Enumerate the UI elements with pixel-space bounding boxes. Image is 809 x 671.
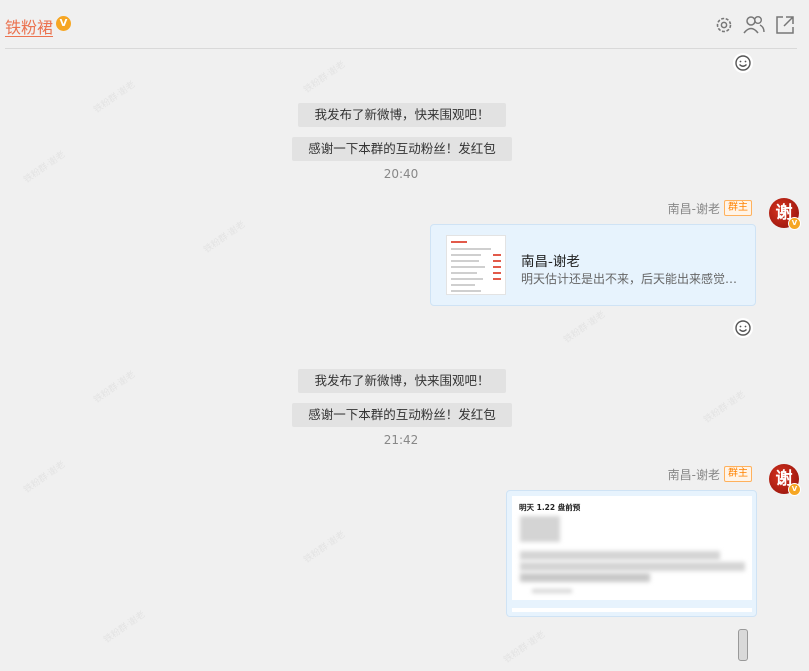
card-description: 明天估计还是出不来，后天能出来感觉… bbox=[521, 272, 738, 286]
verified-badge-icon: V bbox=[788, 483, 801, 496]
image-content: 明天 1.22 盘前预 bbox=[512, 496, 752, 612]
timestamp: 21:42 bbox=[383, 433, 419, 447]
timestamp: 20:40 bbox=[383, 167, 419, 181]
emoji-reaction-icon[interactable] bbox=[733, 318, 753, 338]
post-thumbnail bbox=[446, 235, 506, 295]
group-title[interactable]: 铁粉裙 bbox=[5, 14, 53, 38]
shared-post-card[interactable]: 南昌-谢老 明天估计还是出不来，后天能出来感觉… bbox=[430, 224, 756, 306]
chat-header: 铁粉裙 V bbox=[0, 0, 809, 48]
avatar[interactable]: 谢 V bbox=[769, 198, 801, 230]
emoji-reaction-icon[interactable] bbox=[733, 53, 753, 73]
image-message[interactable]: 明天 1.22 盘前预 bbox=[506, 490, 757, 617]
settings-gear-icon[interactable] bbox=[713, 14, 735, 36]
role-badge: 群主 bbox=[724, 466, 752, 482]
verified-badge-icon: V bbox=[788, 217, 801, 230]
open-external-icon[interactable] bbox=[774, 14, 796, 36]
system-message: 感谢一下本群的互动粉丝！发红包 bbox=[292, 137, 512, 161]
vip-badge-icon: V bbox=[56, 16, 71, 31]
card-title: 南昌-谢老 bbox=[521, 254, 580, 270]
scroll-handle[interactable] bbox=[738, 629, 748, 661]
image-heading: 明天 1.22 盘前预 bbox=[519, 503, 581, 512]
sender-name[interactable]: 南昌-谢老 bbox=[620, 466, 720, 483]
sender-name[interactable]: 南昌-谢老 bbox=[620, 200, 720, 217]
members-icon[interactable] bbox=[742, 14, 765, 36]
system-message: 感谢一下本群的互动粉丝！发红包 bbox=[292, 403, 512, 427]
system-message: 我发布了新微博，快来围观吧！ bbox=[298, 369, 506, 393]
system-message: 我发布了新微博，快来围观吧！ bbox=[298, 103, 506, 127]
role-badge: 群主 bbox=[724, 200, 752, 216]
header-divider bbox=[5, 48, 797, 49]
avatar[interactable]: 谢 V bbox=[769, 464, 801, 496]
